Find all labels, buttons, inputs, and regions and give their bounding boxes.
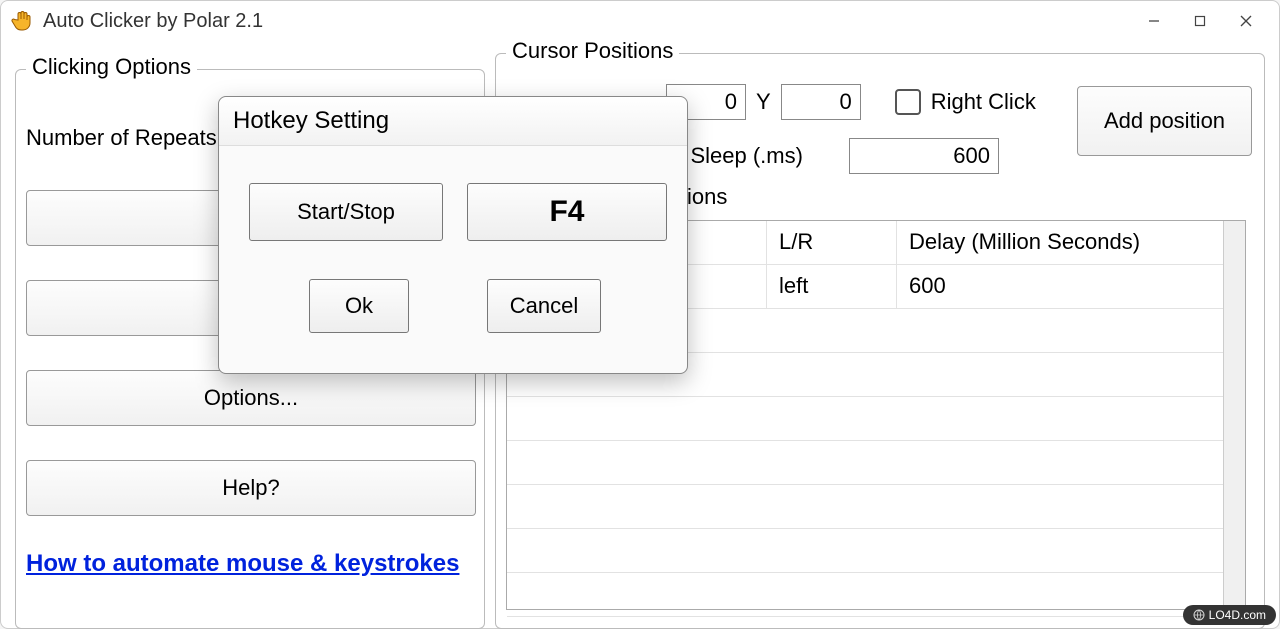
right-click-label: Right Click — [931, 89, 1036, 115]
clicking-options-legend: Clicking Options — [26, 54, 197, 80]
options-button[interactable]: Options... — [26, 370, 476, 426]
start-stop-mode-button[interactable]: Start/Stop — [249, 183, 443, 241]
grid-header-delay: Delay (Million Seconds) — [897, 221, 1245, 264]
maximize-button[interactable] — [1177, 1, 1223, 41]
grid-cell-delay: 600 — [897, 265, 1245, 308]
help-button[interactable]: Help? — [26, 460, 476, 516]
dialog-title: Hotkey Setting — [219, 97, 687, 146]
cancel-button[interactable]: Cancel — [487, 279, 601, 333]
grid-header-lr: L/R — [767, 221, 897, 264]
grid-cell-lr: left — [767, 265, 897, 308]
close-button[interactable] — [1223, 1, 1269, 41]
hotkey-setting-dialog: Hotkey Setting Start/Stop F4 Ok Cancel — [218, 96, 688, 374]
minimize-button[interactable] — [1131, 1, 1177, 41]
hand-icon — [11, 9, 35, 33]
titlebar: Auto Clicker by Polar 2.1 — [1, 1, 1279, 41]
cursor-positions-legend: Cursor Positions — [506, 38, 679, 64]
xy-row: Y Right Click — [666, 84, 1036, 120]
table-row[interactable] — [507, 397, 1245, 441]
number-of-repeats-label: Number of Repeats — [26, 125, 217, 151]
ok-button[interactable]: Ok — [309, 279, 409, 333]
globe-icon — [1193, 609, 1205, 621]
automate-help-link[interactable]: How to automate mouse & keystrokes — [26, 550, 459, 578]
window-controls — [1131, 1, 1269, 41]
site-watermark: LO4D.com — [1183, 605, 1276, 625]
hotkey-input[interactable]: F4 — [467, 183, 667, 241]
right-click-checkbox[interactable] — [895, 89, 921, 115]
y-label: Y — [756, 89, 771, 115]
table-row[interactable] — [507, 441, 1245, 485]
watermark-text: LO4D.com — [1209, 608, 1266, 622]
table-row[interactable] — [507, 573, 1245, 617]
table-row[interactable] — [507, 485, 1245, 529]
add-position-button[interactable]: Add position — [1077, 86, 1252, 156]
y-input[interactable] — [781, 84, 861, 120]
grid-scrollbar[interactable] — [1223, 221, 1245, 609]
sleep-row: to Sleep (.ms) — [666, 138, 999, 174]
window-title: Auto Clicker by Polar 2.1 — [43, 10, 263, 33]
sleep-input[interactable] — [849, 138, 999, 174]
table-row[interactable] — [507, 529, 1245, 573]
